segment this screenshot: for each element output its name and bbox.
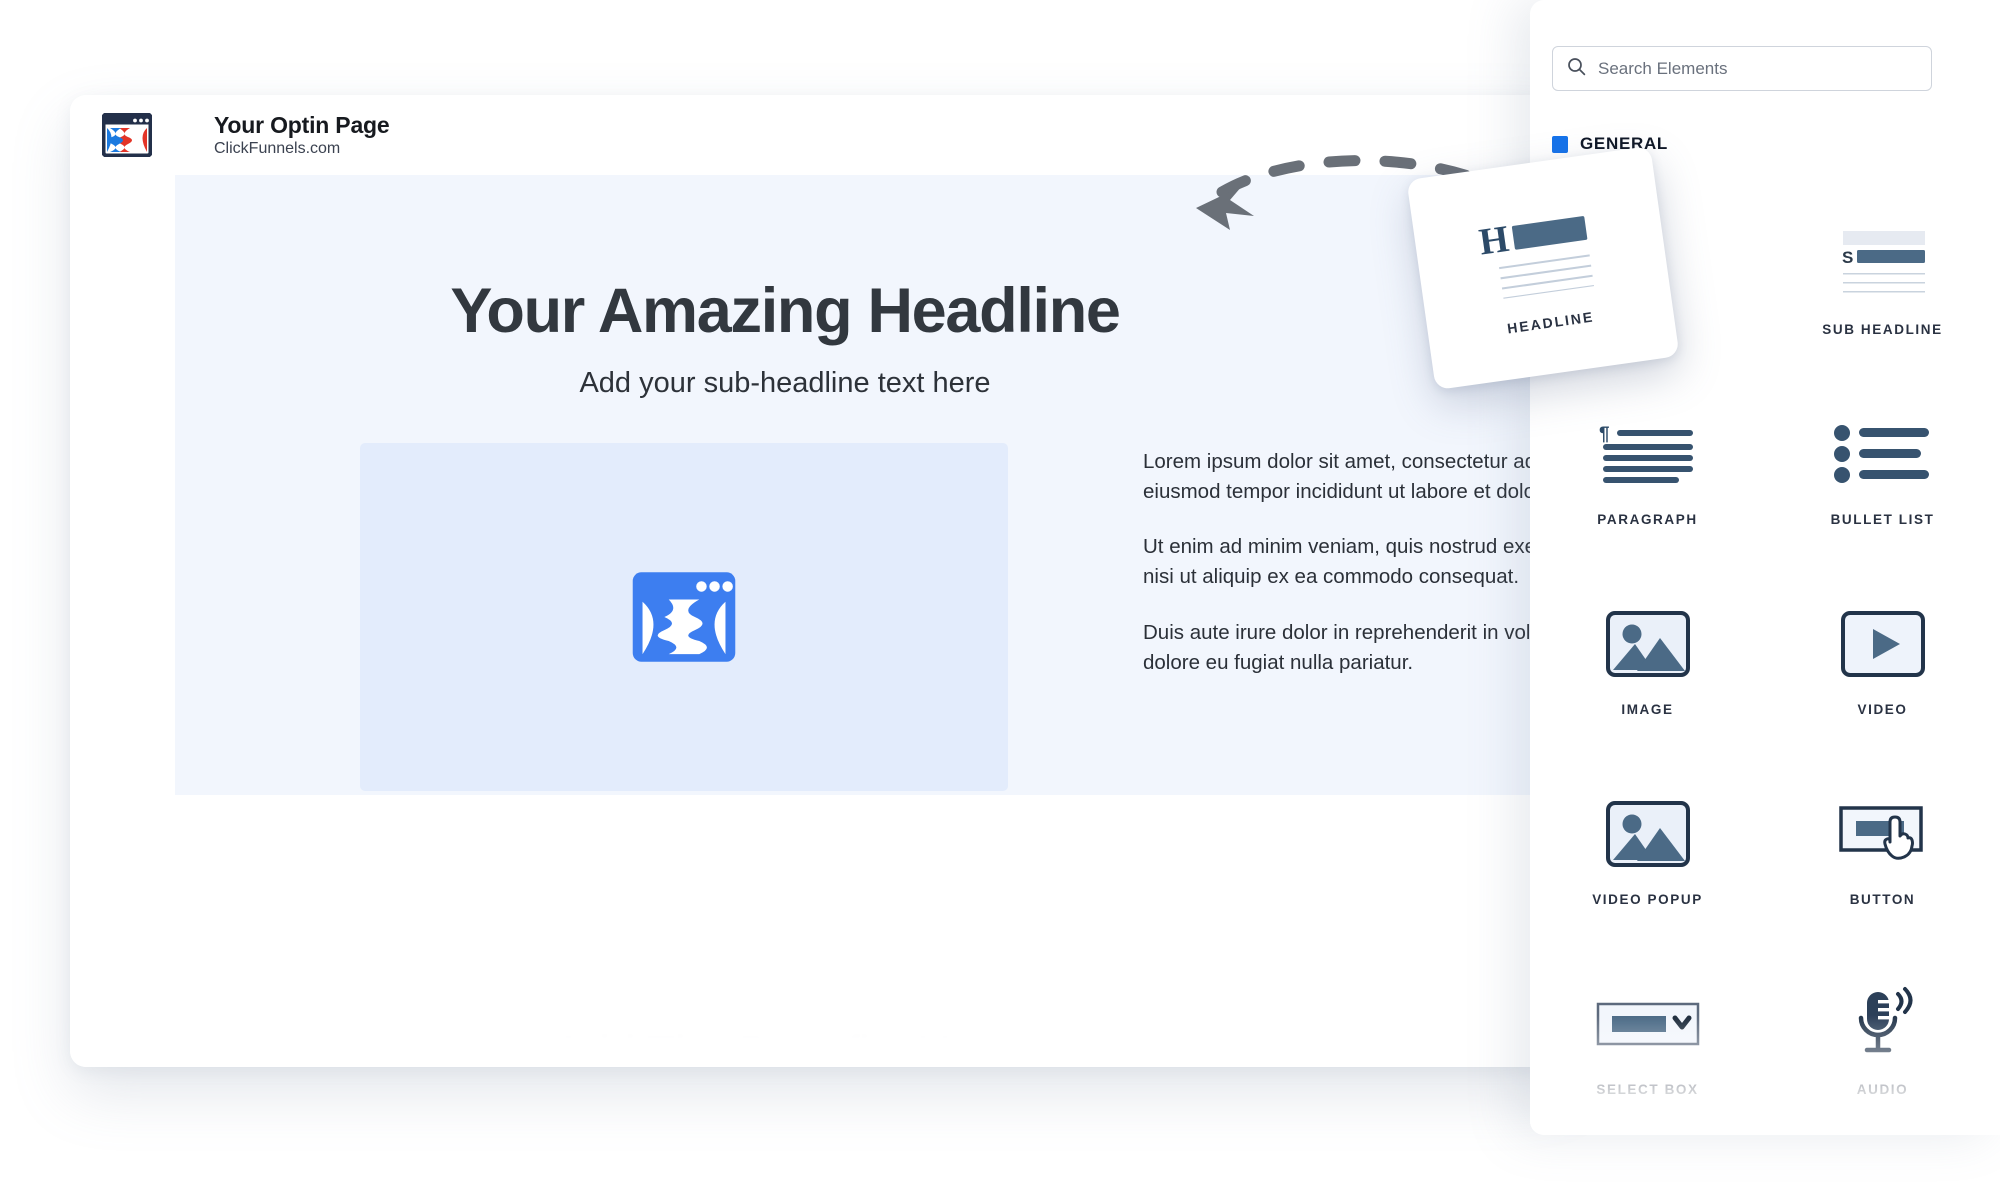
element-tile-bullet-list[interactable]: BULLET LIST (1765, 368, 2000, 558)
benefits-section: Add The Benefits Here Add your sub-headl… (175, 795, 1570, 1067)
element-tile-audio[interactable]: AUDIO (1765, 938, 2000, 1128)
page-preview-card: Your Optin Page ClickFunnels.com Your Am… (70, 95, 1570, 1067)
page-domain: ClickFunnels.com (214, 140, 341, 158)
screenshot-root: Your Optin Page ClickFunnels.com Your Am… (0, 0, 2000, 1200)
benefits-title[interactable]: Add The Benefits Here (175, 1025, 1395, 1067)
element-tile-label: SUB HEADLINE (1822, 321, 1943, 337)
dragged-headline-card[interactable]: H HEADLINE (1406, 145, 1680, 391)
clickfunnels-logo-icon (101, 112, 153, 158)
dragged-card-label: HEADLINE (1506, 308, 1596, 337)
svg-text:H: H (1477, 218, 1512, 264)
hero-section: Your Amazing Headline Add your sub-headl… (175, 175, 1570, 909)
element-tile-label: AUDIO (1856, 1081, 1909, 1097)
element-tile-label: VIDEO (1857, 701, 1908, 717)
clickfunnels-logo-icon (628, 569, 740, 665)
hero-paragraph: Ut enim ad minim veniam, quis nostrud ex… (1143, 535, 1570, 589)
element-tile-label: BUTTON (1849, 891, 1916, 907)
element-tile-label: VIDEO POPUP (1592, 891, 1703, 907)
page-title: Your Optin Page (214, 111, 390, 138)
element-tile-button[interactable]: BUTTON (1765, 748, 2000, 938)
search-elements-field[interactable] (1552, 46, 1932, 91)
hero-headline[interactable]: Your Amazing Headline (175, 275, 1395, 347)
brand-text: Your Optin Page ClickFunnels.com (214, 111, 390, 159)
bullet-list-icon (1765, 400, 2000, 508)
sub-headline-icon: S (1765, 210, 2000, 318)
hero-body-copy[interactable]: Lorem ipsum dolor sit amet, consectetur … (1143, 447, 1570, 703)
element-tile-label: PARAGRAPH (1597, 511, 1698, 527)
image-icon (1530, 590, 1765, 698)
button-icon (1765, 780, 2000, 888)
element-tile-video-popup[interactable]: VIDEO POPUP (1530, 748, 1765, 938)
element-tile-label: BULLET LIST (1830, 511, 1935, 527)
hero-paragraph: Duis aute irure dolor in reprehenderit i… (1143, 620, 1570, 674)
element-tile-paragraph[interactable]: ¶ PARAGRAPH (1530, 368, 1765, 558)
element-tile-video[interactable]: VIDEO (1765, 558, 2000, 748)
hero-paragraph: Lorem ipsum dolor sit amet, consectetur … (1143, 450, 1570, 503)
element-tile-image[interactable]: IMAGE (1530, 558, 1765, 748)
paragraph-icon: ¶ (1530, 400, 1765, 508)
svg-text:¶: ¶ (1599, 424, 1610, 445)
element-tile-sub-headline[interactable]: S SUB HEADLINE (1765, 178, 2000, 368)
search-input[interactable] (1598, 58, 1917, 79)
page-header: Your Optin Page ClickFunnels.com (70, 95, 1570, 175)
svg-text:S: S (1842, 248, 1853, 267)
audio-icon (1765, 970, 2000, 1078)
select-box-icon (1530, 970, 1765, 1078)
headline-icon: H (1412, 188, 1669, 317)
hero-image-placeholder[interactable] (360, 443, 1008, 791)
element-tile-select-box[interactable]: SELECT BOX (1530, 938, 1765, 1128)
video-icon (1765, 590, 2000, 698)
element-tile-label: SELECT BOX (1596, 1081, 1699, 1097)
general-section-swatch (1552, 135, 1568, 153)
element-tile-label: IMAGE (1621, 701, 1674, 717)
hero-subheadline[interactable]: Add your sub-headline text here (175, 367, 1395, 400)
search-icon (1567, 57, 1586, 81)
video-popup-icon (1530, 780, 1765, 888)
